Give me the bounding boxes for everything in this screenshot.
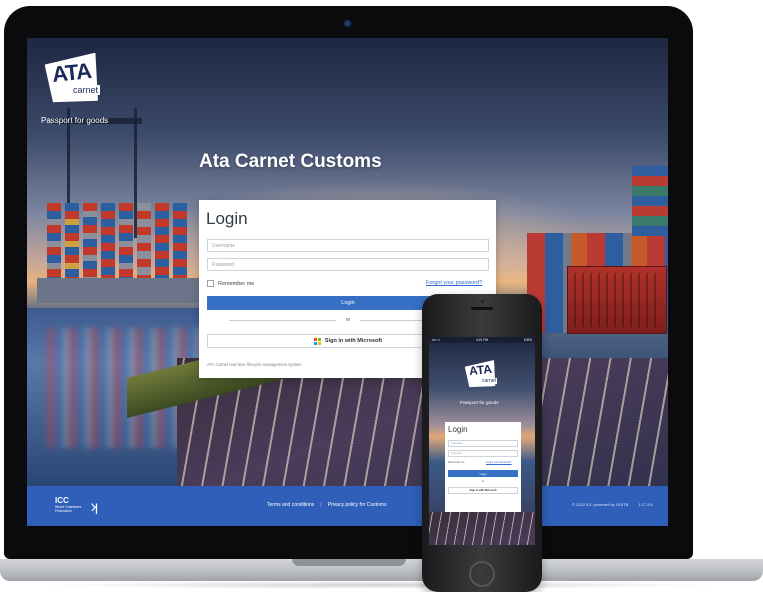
status-time: 4:21 PM xyxy=(476,338,488,342)
remember-me[interactable]: Remember me xyxy=(207,280,254,287)
icc-name: World Chambers Federation xyxy=(55,505,82,513)
divider-line xyxy=(229,319,336,321)
forgot-password-link[interactable]: Forgot your password? xyxy=(426,280,482,286)
container-stack xyxy=(101,203,115,278)
container-stack xyxy=(155,203,169,278)
container-stack xyxy=(137,203,151,278)
footer-links: Terms and conditions | Privacy policy fo… xyxy=(267,502,386,508)
login-button[interactable]: Login xyxy=(448,470,518,477)
password-input[interactable] xyxy=(207,258,489,271)
tagline: Passport for goods xyxy=(41,116,109,125)
login-heading: Login xyxy=(206,209,248,228)
status-carrier: •••• ᯤ xyxy=(432,338,441,342)
card-footer-text: ATA Carnet real-time lifecycle managemen… xyxy=(207,362,302,367)
footer-meta: © 2022 ICC powered by GOITB 1.17.5.5 xyxy=(572,502,653,507)
background-red-container xyxy=(567,266,667,334)
sign-in-microsoft-button[interactable]: Sign in with Microsoft xyxy=(448,487,518,494)
page-title: Ata Carnet Customs xyxy=(199,151,382,172)
privacy-link[interactable]: Privacy policy for Customs xyxy=(328,502,387,508)
phone-camera-icon xyxy=(481,300,484,303)
logo-sub: carnet xyxy=(71,85,101,95)
background-highway xyxy=(429,512,535,545)
ship-hull xyxy=(37,278,207,303)
microsoft-button-label: Sign in with Microsoft xyxy=(324,338,383,344)
camera-icon xyxy=(345,21,350,26)
container-stack xyxy=(47,203,61,278)
container-stack xyxy=(65,203,79,278)
phone-status-bar: •••• ᯤ 4:21 PM 100% xyxy=(429,337,535,343)
terms-link[interactable]: Terms and conditions xyxy=(267,502,314,508)
username-input[interactable] xyxy=(207,239,489,252)
phone-speaker xyxy=(471,307,493,310)
logo-brand: ATA xyxy=(50,58,93,87)
background-container-stack xyxy=(632,166,668,236)
login-heading: Login xyxy=(448,425,468,434)
laptop-base-notch xyxy=(292,559,406,566)
forgot-password-link[interactable]: Forgot your password? xyxy=(486,461,512,464)
remember-me-checkbox[interactable] xyxy=(207,280,214,287)
logo-sub: carnet xyxy=(481,378,497,384)
remember-me-label: Remember me xyxy=(218,280,255,287)
phone-screen: •••• ᯤ 4:21 PM 100% ATA carnet Passport … xyxy=(429,337,535,545)
version: 1.17.5.5 xyxy=(638,502,653,507)
microsoft-logo-icon xyxy=(313,337,321,345)
laptop-screen: ATA carnet Passport for goods Ata Carnet… xyxy=(27,38,668,526)
status-battery: 100% xyxy=(523,338,532,342)
background-ship xyxy=(37,203,207,303)
icc-short: ICC xyxy=(55,496,69,505)
copyright: © 2022 ICC powered by GOITB xyxy=(572,502,629,507)
container-stack xyxy=(119,203,133,278)
password-input[interactable]: Password xyxy=(448,450,518,457)
tagline: Passport for goods xyxy=(460,400,499,405)
remember-me-label[interactable]: Remember me xyxy=(448,461,465,464)
device-mockup: ATA carnet Passport for goods Ata Carnet… xyxy=(0,0,763,592)
footer: ICC World Chambers Federation ʞ Terms an… xyxy=(27,486,668,526)
icc-logo-icon[interactable]: ICC World Chambers Federation xyxy=(55,496,89,513)
login-card: Login Username Password Remember me Forg… xyxy=(445,422,521,514)
ata-carnet-logo-icon[interactable]: ATA carnet xyxy=(47,56,99,104)
home-button[interactable] xyxy=(469,561,495,587)
phone-device: •••• ᯤ 4:21 PM 100% ATA carnet Passport … xyxy=(422,294,542,592)
container-stack xyxy=(173,203,187,278)
container-stack xyxy=(83,203,97,278)
or-label: or xyxy=(481,480,485,483)
footer-separator: | xyxy=(320,502,322,508)
icc-mark-icon: ʞ xyxy=(91,498,98,514)
logo-brand: ATA xyxy=(468,361,493,379)
username-input[interactable]: Username xyxy=(448,440,518,447)
laptop-shadow xyxy=(40,581,723,589)
or-label: or xyxy=(345,317,351,323)
